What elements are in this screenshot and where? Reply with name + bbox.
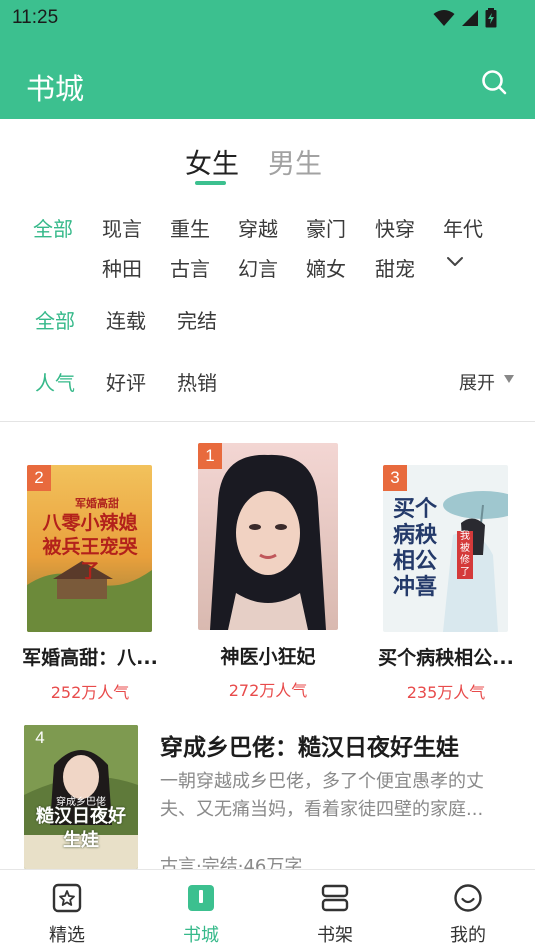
shelf-icon — [321, 884, 349, 912]
status-filter-chip[interactable]: 完结 — [177, 305, 217, 334]
popularity-count: 272万人气 — [228, 681, 308, 700]
book-cover[interactable]: 2 军婚高甜 八零小辣媳被兵王宠哭了 — [27, 465, 152, 632]
category-chip[interactable]: 幻言 — [238, 253, 278, 282]
popularity-count: 235万人气 — [406, 683, 486, 702]
wifi-icon — [433, 10, 455, 26]
search-icon[interactable] — [480, 68, 508, 96]
book-title[interactable]: 神医小狂妃 — [198, 642, 338, 669]
battery-icon — [485, 8, 497, 28]
book-title[interactable]: 穿成乡巴佬：糙汉日夜好生娃 — [160, 728, 459, 762]
tab-female[interactable]: 女生 — [185, 142, 239, 181]
status-filter-chip[interactable]: 全部 — [35, 305, 75, 334]
tab-male[interactable]: 男生 — [268, 142, 322, 181]
sort-filter-chip[interactable]: 热销 — [177, 367, 217, 396]
nav-label: 精选 — [49, 925, 85, 946]
rank-badge: 3 — [383, 465, 407, 491]
nav-label: 书架 — [317, 925, 353, 946]
sort-filter-chip[interactable]: 人气 — [35, 367, 75, 396]
nav-label: 我的 — [450, 925, 486, 946]
category-chip[interactable]: 嫡女 — [306, 253, 346, 282]
smile-face-icon — [454, 884, 482, 912]
popularity-count: 252万人气 — [50, 683, 130, 702]
category-chip[interactable]: 全部 — [33, 213, 73, 242]
tab-active-indicator — [195, 181, 226, 185]
sort-filter-chip[interactable]: 好评 — [106, 367, 146, 396]
nav-item-profile[interactable]: 我的 — [418, 870, 518, 951]
divider — [0, 421, 535, 422]
status-filter-chip[interactable]: 连载 — [106, 305, 146, 334]
chevron-down-icon[interactable] — [444, 253, 466, 271]
category-chip[interactable]: 古言 — [170, 253, 210, 282]
cover-title-text: 糙汉日夜好生娃 — [36, 806, 126, 851]
book-description: 一朝穿越成乡巴佬，多了个便宜愚孝的丈夫、又无痛当妈，看着家徒四壁的家庭... — [160, 771, 484, 820]
triangle-down-icon — [504, 375, 514, 383]
nav-item-featured[interactable]: 精选 — [17, 870, 117, 951]
category-chip[interactable]: 重生 — [170, 213, 210, 242]
bottom-nav: 精选 书城 书架 我的 — [0, 869, 535, 951]
status-bar: 11:25 — [0, 0, 535, 36]
expand-button[interactable]: 展开 — [459, 369, 495, 395]
nav-item-bookstore[interactable]: 书城 — [151, 870, 251, 951]
status-icons — [433, 8, 497, 28]
rank-badge: 2 — [27, 465, 51, 491]
category-chip[interactable]: 穿越 — [238, 213, 278, 242]
page-title: 书城 — [26, 72, 85, 106]
cover-art — [198, 443, 338, 630]
rank-badge: 4 — [35, 728, 45, 747]
category-chip[interactable]: 现言 — [102, 213, 142, 242]
nav-item-bookshelf[interactable]: 书架 — [285, 870, 385, 951]
app-header: 11:25 书城 — [0, 0, 535, 119]
book-title[interactable]: 买个病秧相公... — [376, 643, 516, 670]
cover-title-text: 八零小辣媳被兵王宠哭了 — [42, 512, 138, 582]
cover-tag: 军婚高甜 — [75, 497, 119, 510]
book-icon — [188, 885, 214, 911]
app-screen: 11:25 书城 女生 男生 全部 现言 重生 穿越 豪门 快穿 年代 种田 古… — [0, 0, 535, 951]
cover-title-text: 买个病秧相公冲喜 — [393, 497, 438, 600]
nav-label: 书城 — [183, 925, 219, 946]
signal-icon — [462, 10, 478, 26]
category-chip[interactable]: 种田 — [102, 253, 142, 282]
book-cover[interactable]: 1 — [198, 443, 338, 630]
status-time: 11:25 — [12, 7, 59, 28]
cover-tag: 我被修了 — [457, 531, 473, 579]
book-cover[interactable]: 3 买个病秧相公冲喜 我被修了 — [383, 465, 508, 632]
rank-badge: 1 — [198, 443, 222, 469]
category-chip[interactable]: 快穿 — [375, 213, 415, 242]
category-chip[interactable]: 甜宠 — [375, 253, 415, 282]
book-cover[interactable]: 4 穿成乡巴佬 糙汉日夜好生娃 — [24, 725, 138, 869]
star-frame-icon — [52, 883, 82, 913]
category-chip[interactable]: 豪门 — [306, 213, 346, 242]
category-chip[interactable]: 年代 — [443, 213, 483, 242]
book-title[interactable]: 军婚高甜：八... — [20, 643, 160, 670]
